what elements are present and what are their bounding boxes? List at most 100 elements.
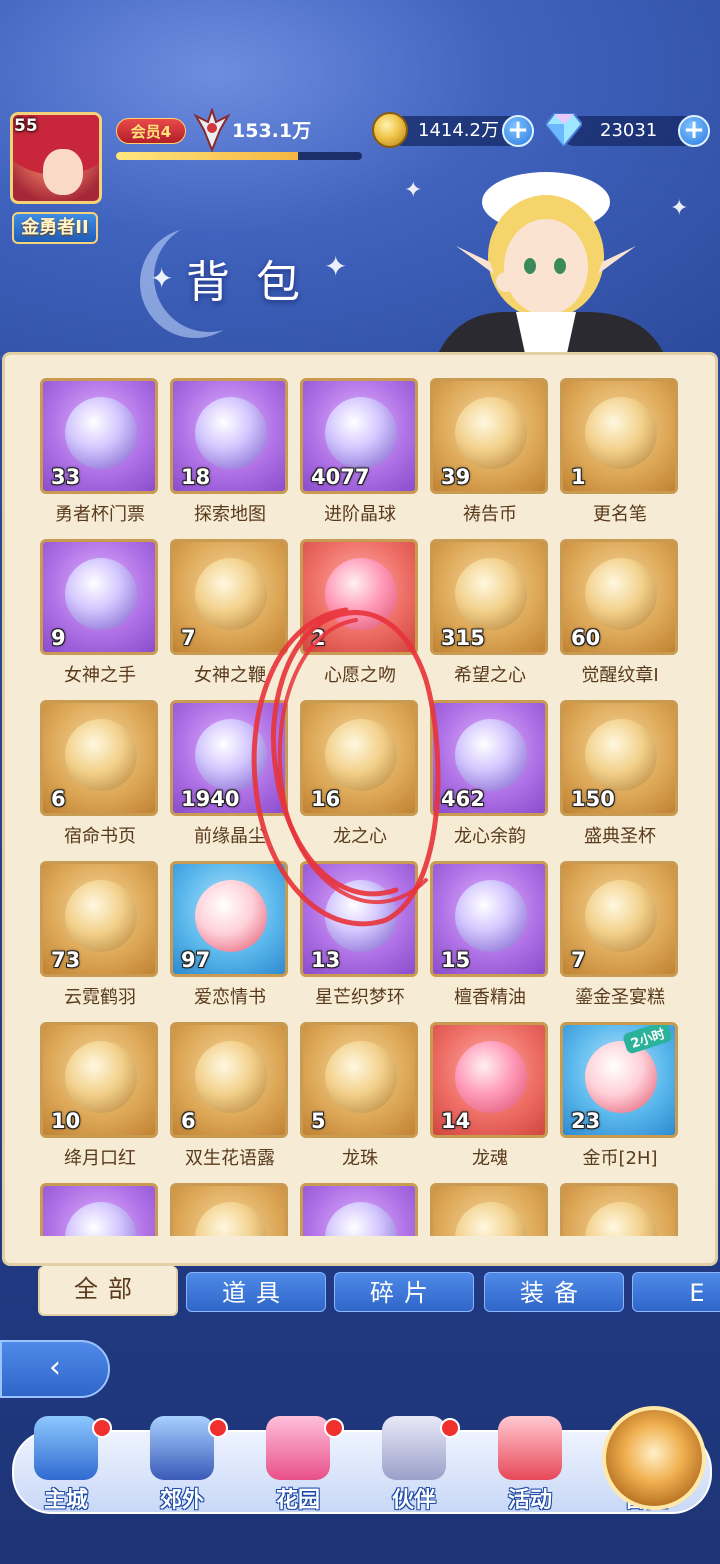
inventory-item[interactable]: 6 宿命书页 [38, 700, 168, 860]
inventory-item[interactable]: 7 鎏金圣宴糕 [558, 861, 686, 1021]
inventory-item[interactable]: 97 爱恋情书 [168, 861, 298, 1021]
item-name: 金币[2H] [582, 1148, 658, 1169]
item-count: 5 [311, 1109, 326, 1133]
item-tile[interactable]: 2小时 23 [560, 1022, 678, 1138]
inventory-item[interactable] [298, 1183, 428, 1236]
nav-item-4[interactable]: 伙伴 [362, 1416, 466, 1516]
item-tile[interactable]: 462 [430, 700, 548, 816]
inventory-item[interactable]: 6 双生花语露 [168, 1022, 298, 1182]
nav-item-1[interactable]: 主城 [14, 1416, 118, 1516]
item-tile[interactable]: 7 [560, 861, 678, 977]
item-tile[interactable]: 73 [40, 861, 158, 977]
nav-item-5[interactable]: 活动 [478, 1416, 582, 1516]
item-name: 双生花语露 [185, 1148, 275, 1169]
inventory-item[interactable]: 73 云霓鹤羽 [38, 861, 168, 1021]
item-name: 龙之心 [333, 826, 387, 847]
inventory-item[interactable]: 18 探索地图 [168, 378, 298, 538]
nav-item-3[interactable]: 花园 [246, 1416, 350, 1516]
item-tile[interactable]: 10 [40, 1022, 158, 1138]
item-tile[interactable]: 16 [300, 700, 418, 816]
heart-icon [266, 1416, 330, 1480]
item-tile[interactable] [560, 1183, 678, 1236]
item-name: 更名笔 [593, 504, 647, 525]
item-icon [585, 719, 657, 791]
rank-title: 金勇者II [12, 212, 98, 244]
inventory-item[interactable]: 16 龙之心 [298, 700, 428, 860]
inventory-item[interactable]: 150 盛典圣杯 [558, 700, 686, 860]
inventory-item[interactable]: 2小时 23 金币[2H] [558, 1022, 686, 1182]
tab-props[interactable]: 道具 [186, 1272, 326, 1312]
inventory-item[interactable]: 33 勇者杯门票 [38, 378, 168, 538]
exp-bar-fill [116, 152, 299, 160]
inventory-item[interactable]: 4077 进阶晶球 [298, 378, 428, 538]
inventory-item[interactable]: 39 祷告币 [428, 378, 558, 538]
gift-icon [498, 1416, 562, 1480]
item-count: 18 [181, 465, 211, 489]
item-icon [325, 1041, 397, 1113]
item-tile[interactable]: 150 [560, 700, 678, 816]
item-tile[interactable] [430, 1183, 548, 1236]
vip-badge[interactable]: 会员4 [116, 118, 186, 144]
inventory-item[interactable] [428, 1183, 558, 1236]
item-icon [325, 880, 397, 952]
inventory-grid: 33 勇者杯门票 18 探索地图 4077 进阶晶球 39 祷告币 1 更名笔 9 女神之手 7 女神之鞭… [38, 378, 686, 1236]
item-icon [65, 558, 137, 630]
item-tile[interactable]: 4077 [300, 378, 418, 494]
item-tile[interactable]: 7 [170, 539, 288, 655]
item-name: 祷告币 [463, 504, 517, 525]
item-name: 女神之手 [64, 665, 136, 686]
item-tile[interactable] [300, 1183, 418, 1236]
item-tile[interactable]: 5 [300, 1022, 418, 1138]
nav-label: 郊外 [159, 1488, 204, 1513]
add-gold-button[interactable]: + [502, 115, 534, 147]
item-tile[interactable]: 18 [170, 378, 288, 494]
item-tile[interactable]: 39 [430, 378, 548, 494]
inventory-item[interactable]: 5 龙珠 [298, 1022, 428, 1182]
inventory-item[interactable]: 315 希望之心 [428, 539, 558, 699]
item-icon [455, 1041, 527, 1113]
inventory-item[interactable]: 60 觉醒纹章I [558, 539, 686, 699]
inventory-item[interactable] [38, 1183, 168, 1236]
inventory-item[interactable] [168, 1183, 298, 1236]
inventory-item[interactable]: 9 女神之手 [38, 539, 168, 699]
inventory-item[interactable]: 462 龙心余韵 [428, 700, 558, 860]
inventory-item[interactable]: 1940 前缘晶尘 [168, 700, 298, 860]
item-tile[interactable]: 14 [430, 1022, 548, 1138]
tab-all[interactable]: 全部 [38, 1266, 178, 1316]
inventory-item[interactable]: 14 龙魂 [428, 1022, 558, 1182]
adventure-orb[interactable] [602, 1406, 706, 1510]
item-tile[interactable]: 97 [170, 861, 288, 977]
item-tile[interactable]: 13 [300, 861, 418, 977]
inventory-item[interactable] [558, 1183, 686, 1236]
player-level: 55 [14, 116, 38, 136]
item-count: 97 [181, 948, 211, 972]
inventory-item[interactable]: 7 女神之鞭 [168, 539, 298, 699]
item-tile[interactable]: 1940 [170, 700, 288, 816]
add-gem-button[interactable]: + [678, 115, 710, 147]
inventory-item[interactable]: 2 心愿之吻 [298, 539, 428, 699]
tab-more[interactable]: E [632, 1272, 720, 1312]
nav-label: 活动 [507, 1488, 552, 1513]
inventory-item[interactable]: 13 星芒织梦环 [298, 861, 428, 1021]
item-tile[interactable]: 9 [40, 539, 158, 655]
item-tile[interactable] [170, 1183, 288, 1236]
nav-item-2[interactable]: 郊外 [130, 1416, 234, 1516]
inventory-item[interactable]: 10 绛月口红 [38, 1022, 168, 1182]
item-tile[interactable]: 60 [560, 539, 678, 655]
item-tile[interactable]: 315 [430, 539, 548, 655]
item-tile[interactable]: 6 [40, 700, 158, 816]
item-tile[interactable] [40, 1183, 158, 1236]
item-tile[interactable]: 6 [170, 1022, 288, 1138]
item-tile[interactable]: 1 [560, 378, 678, 494]
item-count: 60 [571, 626, 601, 650]
inventory-item[interactable]: 1 更名笔 [558, 378, 686, 538]
item-name: 云霓鹤羽 [64, 987, 136, 1008]
tab-fragments[interactable]: 碎片 [334, 1272, 474, 1312]
item-tile[interactable]: 33 [40, 378, 158, 494]
inventory-item[interactable]: 15 檀香精油 [428, 861, 558, 1021]
item-tile[interactable]: 2 [300, 539, 418, 655]
page-title: 背包 [186, 257, 326, 308]
back-button[interactable]: ‹ [0, 1340, 110, 1398]
item-tile[interactable]: 15 [430, 861, 548, 977]
tab-equipment[interactable]: 装备 [484, 1272, 624, 1312]
